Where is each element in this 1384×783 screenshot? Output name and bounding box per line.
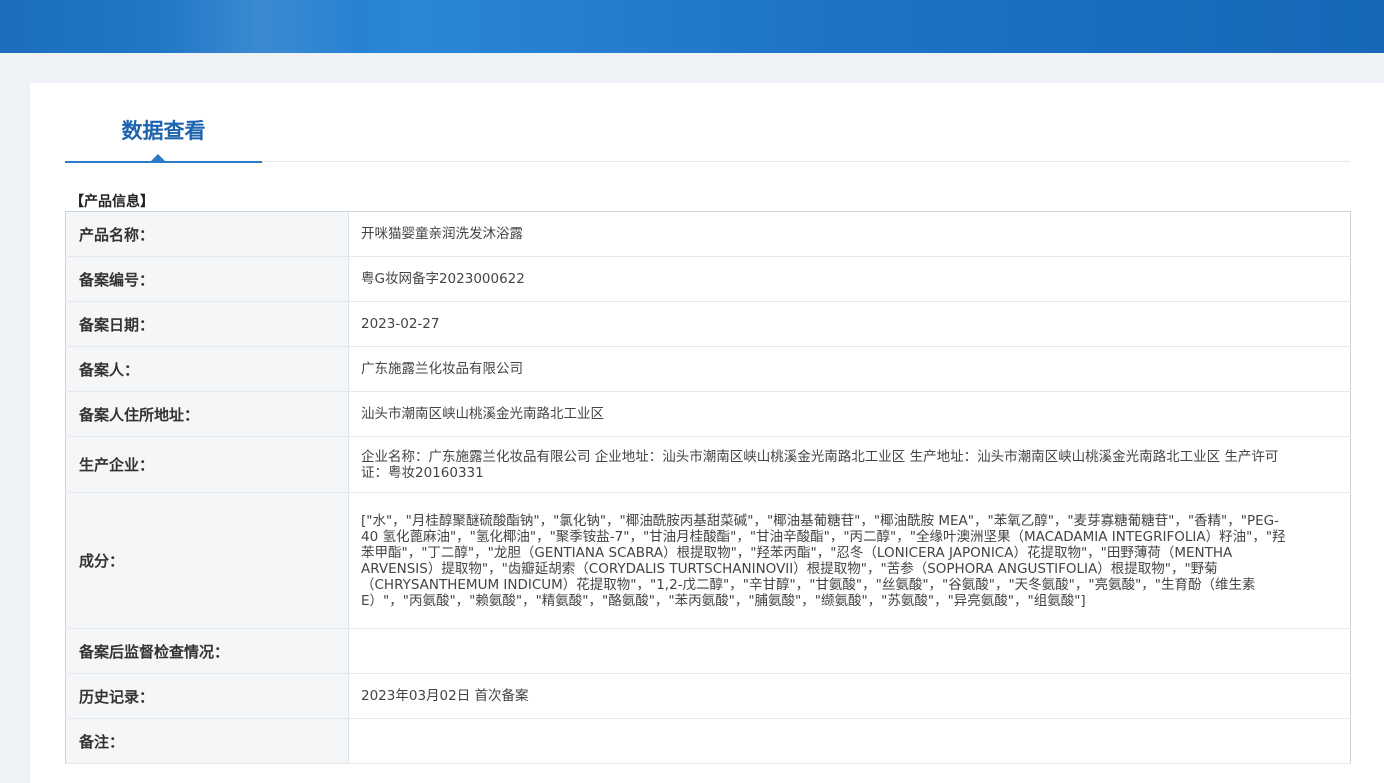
label-ingredients: 成分：	[65, 492, 349, 629]
label-product-name: 产品名称：	[65, 211, 349, 257]
value-ingredients: ["水"，"月桂醇聚醚硫酸酯钠"，"氯化钠"，"椰油酰胺丙基甜菜碱"，"椰油基葡…	[348, 492, 1351, 629]
value-filer-address: 汕头市潮南区峡山桃溪金光南路北工业区	[348, 391, 1351, 437]
value-product-name: 开咪猫婴童亲润洗发沐浴露	[348, 211, 1351, 257]
label-inspection: 备案后监督检查情况：	[65, 628, 349, 674]
label-remarks: 备注：	[65, 718, 349, 764]
row-history: 历史记录： 2023年03月02日 首次备案	[65, 673, 1351, 719]
tab-data-view[interactable]: 数据查看	[65, 111, 262, 163]
row-filer: 备案人： 广东施露兰化妆品有限公司	[65, 346, 1351, 392]
product-info-table: 产品名称： 开咪猫婴童亲润洗发沐浴露 备案编号： 粤G妆网备字202300062…	[65, 211, 1351, 764]
row-manufacturer: 生产企业： 企业名称：广东施露兰化妆品有限公司 企业地址：汕头市潮南区峡山桃溪金…	[65, 436, 1351, 493]
label-filing-date: 备案日期：	[65, 301, 349, 347]
row-filer-address: 备案人住所地址： 汕头市潮南区峡山桃溪金光南路北工业区	[65, 391, 1351, 437]
value-history: 2023年03月02日 首次备案	[348, 673, 1351, 719]
value-inspection	[348, 628, 1351, 674]
tab-bar: 数据查看	[65, 111, 1350, 163]
tab-data-view-label: 数据查看	[121, 119, 206, 143]
label-history: 历史记录：	[65, 673, 349, 719]
value-filing-number: 粤G妆网备字2023000622	[348, 256, 1351, 302]
row-product-name: 产品名称： 开咪猫婴童亲润洗发沐浴露	[65, 211, 1351, 257]
banner-glow	[160, 0, 360, 53]
row-filing-date: 备案日期： 2023-02-27	[65, 301, 1351, 347]
row-ingredients: 成分： ["水"，"月桂醇聚醚硫酸酯钠"，"氯化钠"，"椰油酰胺丙基甜菜碱"，"…	[65, 492, 1351, 629]
value-manufacturer: 企业名称：广东施露兰化妆品有限公司 企业地址：汕头市潮南区峡山桃溪金光南路北工业…	[348, 436, 1351, 493]
row-filing-number: 备案编号： 粤G妆网备字2023000622	[65, 256, 1351, 302]
section-title: 【产品信息】	[70, 194, 154, 210]
value-remarks	[348, 718, 1351, 764]
row-remarks: 备注：	[65, 718, 1351, 764]
label-filer-address: 备案人住所地址：	[65, 391, 349, 437]
value-filer: 广东施露兰化妆品有限公司	[348, 346, 1351, 392]
value-filing-date: 2023-02-27	[348, 301, 1351, 347]
top-banner	[0, 0, 1384, 53]
label-filer: 备案人：	[65, 346, 349, 392]
label-manufacturer: 生产企业：	[65, 436, 349, 493]
tab-caret-icon	[151, 154, 165, 161]
content-panel: 数据查看 【产品信息】 产品名称： 开咪猫婴童亲润洗发沐浴露 备案编号： 粤G妆…	[30, 83, 1384, 783]
label-filing-number: 备案编号：	[65, 256, 349, 302]
row-inspection: 备案后监督检查情况：	[65, 628, 1351, 674]
